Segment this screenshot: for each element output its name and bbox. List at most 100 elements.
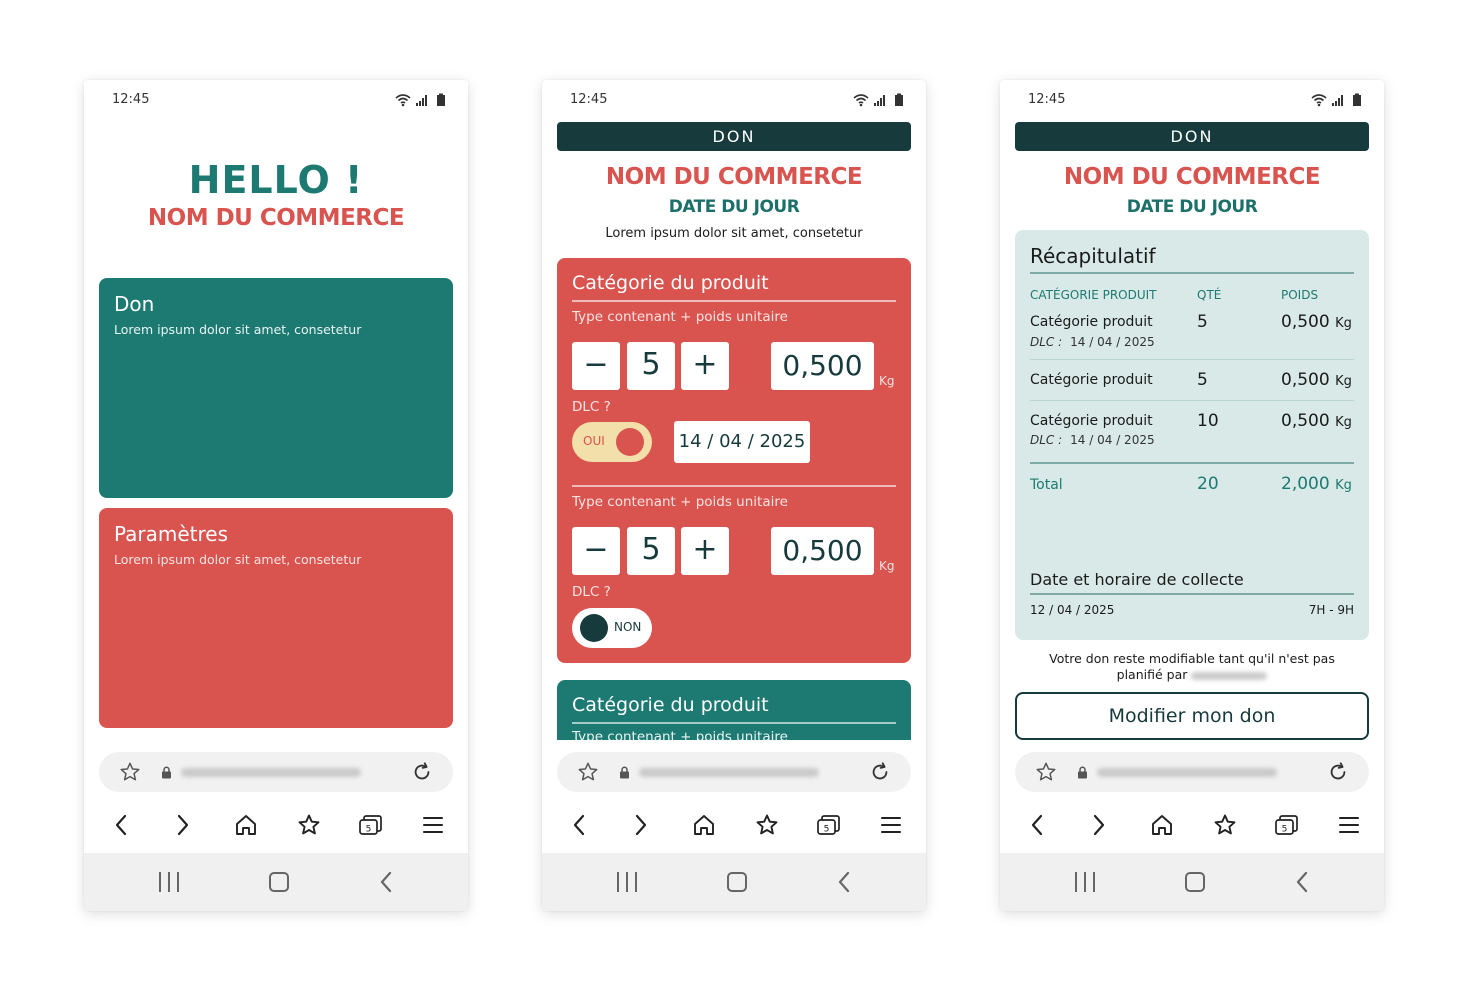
- bookmarks-star-icon[interactable]: [1213, 813, 1237, 837]
- dlc-toggle-on[interactable]: OUI: [572, 422, 652, 462]
- decrease-qty-button[interactable]: −: [572, 527, 620, 575]
- blurred-organization-name: [1191, 671, 1268, 680]
- total-qty: 20: [1197, 474, 1219, 494]
- system-back-icon[interactable]: [835, 870, 853, 894]
- svg-text:5: 5: [366, 825, 372, 835]
- header-bar: DON: [1015, 122, 1369, 151]
- tabs-icon[interactable]: 5: [1274, 813, 1300, 837]
- don-card[interactable]: Don Lorem ipsum dolor sit amet, consetet…: [99, 278, 453, 498]
- home-button-icon[interactable]: [267, 870, 291, 894]
- recap-title: Récapitulatif: [1030, 244, 1156, 268]
- row-qty: 10: [1197, 411, 1219, 431]
- notice-text: Votre don reste modifiable tant qu'il n'…: [1030, 651, 1354, 683]
- toggle-knob: [580, 614, 608, 642]
- dlc-label: DLC :: [1030, 335, 1063, 349]
- menu-icon[interactable]: [422, 813, 444, 837]
- intro-text: Lorem ipsum dolor sit amet, consetetur: [605, 226, 863, 241]
- collect-title: Date et horaire de collecte: [1030, 570, 1244, 589]
- forward-arrow-icon[interactable]: [632, 813, 650, 837]
- row-dlc: DLC : 14 / 04 / 2025: [1030, 335, 1155, 349]
- dlc-date-input[interactable]: 14 / 04 / 2025: [674, 421, 810, 463]
- status-icons: [1311, 93, 1361, 107]
- browser-url-bar[interactable]: [1015, 752, 1369, 792]
- menu-icon[interactable]: [880, 813, 902, 837]
- back-arrow-icon[interactable]: [570, 813, 588, 837]
- settings-card-subtitle: Lorem ipsum dolor sit amet, consetetur: [114, 552, 362, 567]
- lock-icon: [162, 766, 171, 779]
- weight-input[interactable]: 0,500: [771, 527, 874, 575]
- modify-donation-button[interactable]: Modifier mon don: [1015, 692, 1369, 740]
- quantity-value[interactable]: 5: [627, 527, 675, 575]
- status-bar: 12:45: [542, 80, 926, 120]
- total-weight-value: 2,000: [1281, 474, 1330, 494]
- row-weight-value: 0,500: [1281, 370, 1330, 390]
- settings-card[interactable]: Paramètres Lorem ipsum dolor sit amet, c…: [99, 508, 453, 728]
- phone-home-screen: 12:45 HELLO ! NOM DU COMMERCE Don Lorem …: [84, 80, 468, 911]
- shop-name: NOM DU COMMERCE: [147, 205, 405, 231]
- total-weight-unit: Kg: [1335, 478, 1352, 493]
- status-bar: 12:45: [1000, 80, 1384, 120]
- collect-date: 12 / 04 / 2025: [1030, 603, 1115, 617]
- menu-icon[interactable]: [1338, 813, 1360, 837]
- weight-input[interactable]: 0,500: [771, 342, 874, 390]
- lock-icon: [1078, 766, 1087, 779]
- system-back-icon[interactable]: [377, 870, 395, 894]
- tabs-icon[interactable]: 5: [358, 813, 384, 837]
- divider: [1030, 272, 1354, 274]
- reload-icon[interactable]: [869, 761, 891, 783]
- increase-qty-button[interactable]: +: [681, 342, 729, 390]
- bookmarks-star-icon[interactable]: [297, 813, 321, 837]
- home-button-icon[interactable]: [725, 870, 749, 894]
- don-card-title: Don: [114, 292, 155, 316]
- collect-time: 7H - 9H: [1308, 603, 1354, 617]
- row-weight-value: 0,500: [1281, 312, 1330, 332]
- signal-icon: [1332, 95, 1343, 106]
- dlc-toggle-off[interactable]: NON: [572, 608, 652, 648]
- reload-icon[interactable]: [1327, 761, 1349, 783]
- system-nav-bar: [1000, 853, 1384, 911]
- divider: [572, 722, 896, 724]
- recent-apps-icon[interactable]: [614, 870, 640, 894]
- recent-apps-icon[interactable]: [1072, 870, 1098, 894]
- tabs-icon[interactable]: 5: [816, 813, 842, 837]
- hello-title: HELLO !: [188, 158, 364, 202]
- bookmark-star-icon[interactable]: [1035, 761, 1057, 783]
- forward-arrow-icon[interactable]: [1090, 813, 1108, 837]
- header-bar: DON: [557, 122, 911, 151]
- decrease-qty-button[interactable]: −: [572, 342, 620, 390]
- home-button-icon[interactable]: [1183, 870, 1207, 894]
- forward-arrow-icon[interactable]: [174, 813, 192, 837]
- svg-text:5: 5: [824, 825, 830, 835]
- home-icon[interactable]: [1150, 813, 1174, 837]
- row-category: Catégorie produit: [1030, 314, 1153, 330]
- row-weight: 0,500 Kg: [1281, 312, 1352, 332]
- back-arrow-icon[interactable]: [112, 813, 130, 837]
- status-icons: [395, 93, 445, 107]
- system-nav-bar: [542, 853, 926, 911]
- recap-panel: Récapitulatif CATÉGORIE PRODUIT QTÉ POID…: [1015, 230, 1369, 640]
- url-text-blurred: [181, 768, 361, 777]
- reload-icon[interactable]: [411, 761, 433, 783]
- browser-url-bar[interactable]: [557, 752, 911, 792]
- back-arrow-icon[interactable]: [1028, 813, 1046, 837]
- dlc-date: 14 / 04 / 2025: [1070, 335, 1155, 349]
- column-header-weight: POIDS: [1281, 288, 1319, 302]
- increase-qty-button[interactable]: +: [681, 527, 729, 575]
- status-icons: [853, 93, 903, 107]
- quantity-value[interactable]: 5: [627, 342, 675, 390]
- phone-summary-screen: 12:45 DON NOM DU COMMERCE DATE DU JOUR R…: [1000, 80, 1384, 911]
- divider: [1030, 593, 1354, 595]
- home-icon[interactable]: [234, 813, 258, 837]
- date-label: DATE DU JOUR: [668, 197, 800, 217]
- browser-nav-bar: 5: [542, 805, 926, 845]
- bookmark-star-icon[interactable]: [119, 761, 141, 783]
- signal-icon: [416, 95, 427, 106]
- bookmark-star-icon[interactable]: [577, 761, 599, 783]
- row-weight-unit: Kg: [1335, 415, 1352, 430]
- home-icon[interactable]: [692, 813, 716, 837]
- bookmarks-star-icon[interactable]: [755, 813, 779, 837]
- system-back-icon[interactable]: [1293, 870, 1311, 894]
- recent-apps-icon[interactable]: [156, 870, 182, 894]
- row-category: Catégorie produit: [1030, 372, 1153, 388]
- browser-url-bar[interactable]: [99, 752, 453, 792]
